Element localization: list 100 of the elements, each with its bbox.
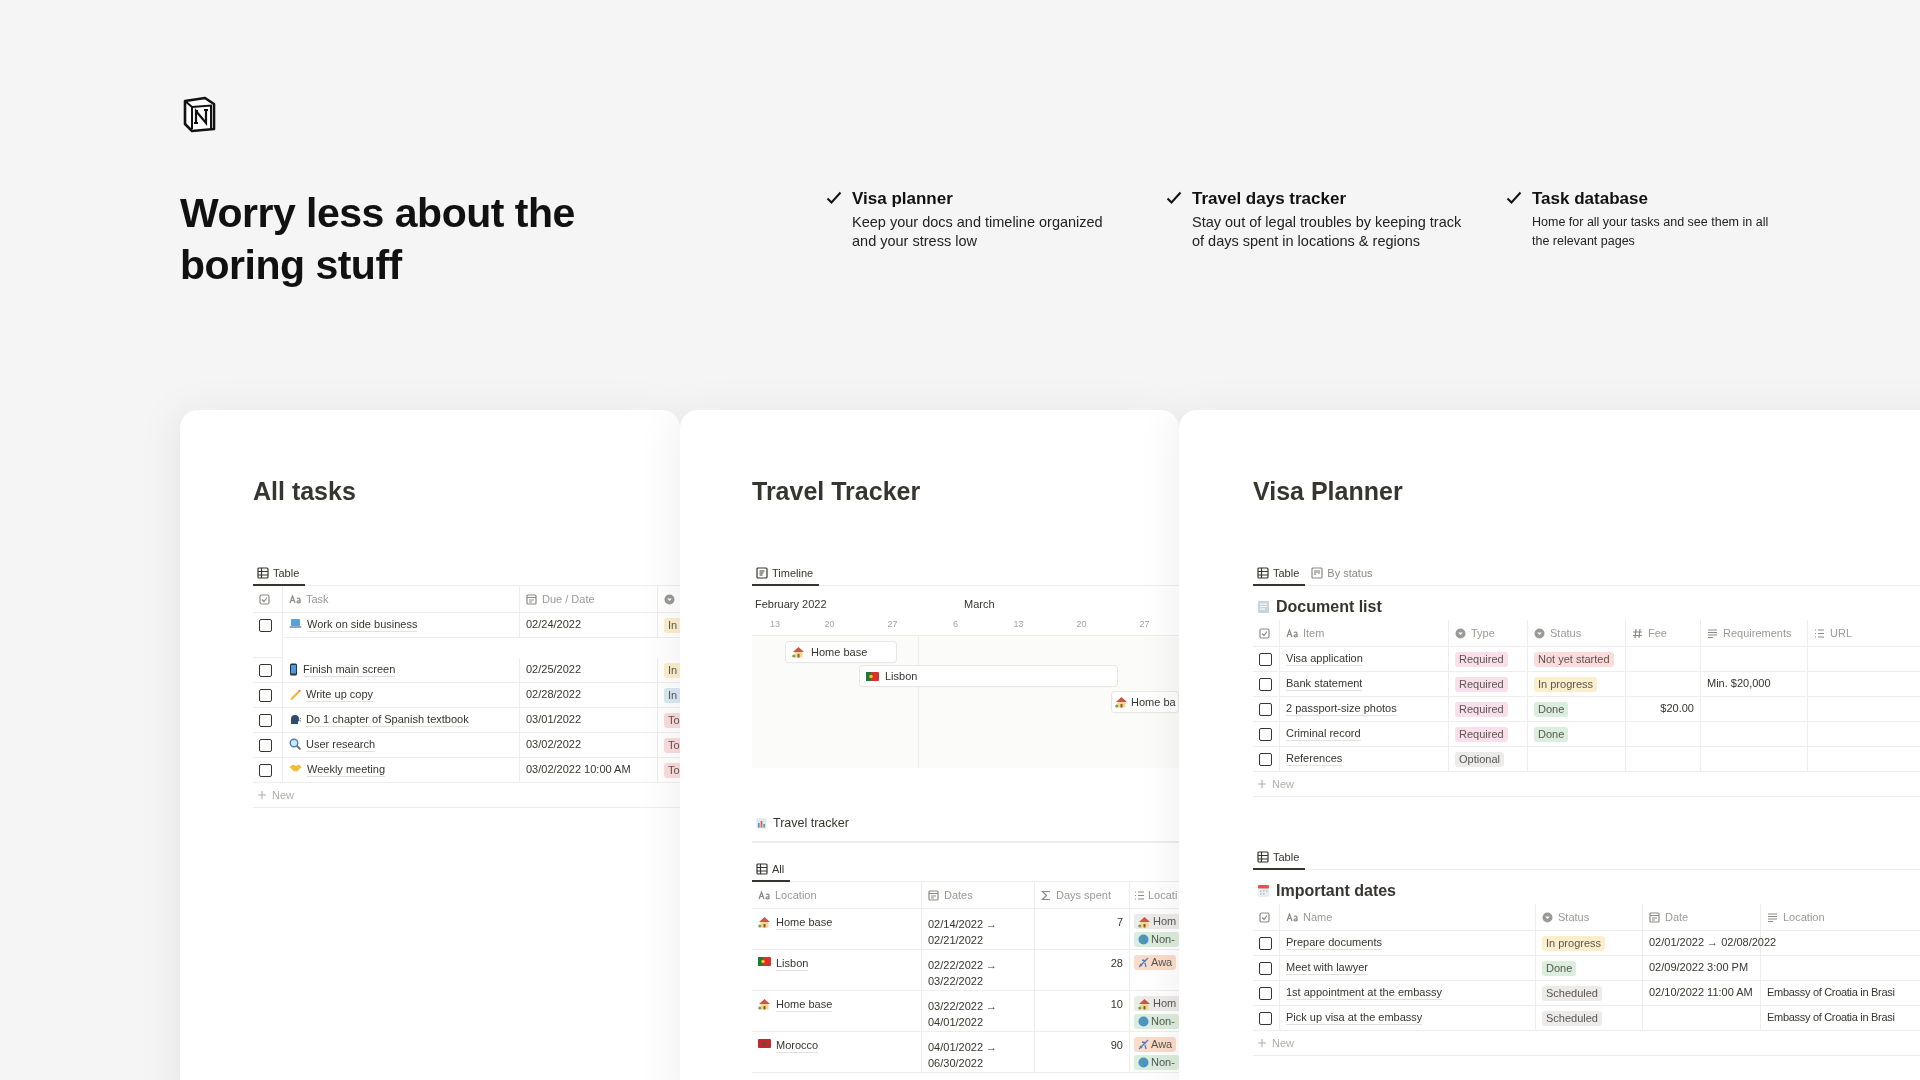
- column-header: Status: [1558, 911, 1590, 923]
- column-header: Type: [1471, 627, 1495, 639]
- item-name[interactable]: References: [1286, 752, 1343, 766]
- flag-icon: [758, 1039, 771, 1048]
- date-range: 03/22/2022 → 04/01/2022: [928, 999, 999, 1030]
- task-title[interactable]: Write up copy: [306, 688, 374, 702]
- location-tag: Non-: [1134, 932, 1179, 947]
- checkbox[interactable]: [1259, 753, 1272, 766]
- column-header: Location: [1783, 911, 1825, 923]
- view-tab[interactable]: Timeline: [752, 561, 820, 586]
- event-date: 02/09/2022 3:00 PM: [1649, 961, 1749, 973]
- view-tab[interactable]: Table: [253, 561, 306, 586]
- location-name[interactable]: Morocco: [776, 1039, 819, 1053]
- checkbox[interactable]: [1259, 987, 1272, 1000]
- house-icon: [792, 646, 805, 658]
- card-title: Travel Tracker: [752, 476, 922, 507]
- view-tab[interactable]: Table: [1253, 561, 1306, 586]
- status-tag: Done: [1534, 702, 1569, 717]
- timeline-bar[interactable]: Home ba: [1112, 692, 1178, 712]
- checkbox[interactable]: [1259, 703, 1272, 716]
- type-tag: Required: [1455, 702, 1508, 717]
- checkbox-property-icon: [1259, 627, 1270, 639]
- event-name[interactable]: Pick up visa at the embassy: [1286, 1011, 1423, 1025]
- checkbox[interactable]: [259, 739, 272, 752]
- globe-icon: [1138, 934, 1149, 945]
- task-title[interactable]: Do 1 chapter of Spanish textbook: [306, 713, 469, 727]
- house-icon: [758, 998, 771, 1010]
- bar-chart-icon: [756, 817, 767, 829]
- column-header: Requirements: [1723, 627, 1792, 639]
- location-tag: Awa: [1134, 1037, 1177, 1052]
- due-date: 02/25/2022: [526, 663, 582, 675]
- calendar-icon: [928, 889, 939, 901]
- location-name[interactable]: Home base: [776, 916, 833, 930]
- feature-title: Visa planner: [852, 188, 954, 210]
- task-title[interactable]: Finish main screen: [303, 663, 396, 677]
- location-tag: Hom: [1134, 914, 1179, 929]
- status-tag: In progress: [1534, 677, 1598, 692]
- checkbox[interactable]: [1259, 653, 1272, 666]
- event-name[interactable]: Prepare documents: [1286, 936, 1382, 950]
- timeline-bar[interactable]: Home base: [786, 642, 896, 662]
- status-tag: Scheduled: [1542, 1011, 1602, 1026]
- checkbox[interactable]: [259, 619, 272, 632]
- status-tag: Not yet started: [1534, 652, 1614, 667]
- plane-icon: [1138, 1039, 1149, 1050]
- checkbox[interactable]: [259, 714, 272, 727]
- text-lines-icon: [1767, 911, 1778, 923]
- checkbox[interactable]: [259, 764, 272, 777]
- event-name[interactable]: Meet with lawyer: [1286, 961, 1368, 975]
- checkbox[interactable]: [259, 689, 272, 702]
- text-property-icon: [1286, 912, 1298, 922]
- status-tag: Done: [1534, 727, 1569, 742]
- item-name[interactable]: Visa application: [1286, 652, 1363, 666]
- checkbox[interactable]: [1259, 728, 1272, 741]
- feature-title: Travel days tracker: [1192, 188, 1348, 210]
- date-range: 04/01/2022 → 06/30/2022: [928, 1040, 999, 1071]
- status-tag: In progress: [1542, 936, 1606, 951]
- house-icon: [1138, 915, 1151, 928]
- select-property-icon: [1534, 627, 1545, 639]
- house-icon: [758, 916, 771, 928]
- plus-icon: [1257, 1038, 1267, 1048]
- status-tag: To: [664, 763, 680, 778]
- column-header: Due / Date: [542, 593, 595, 605]
- timeline-bar[interactable]: Lisbon: [860, 666, 1117, 686]
- column-header: Fee: [1648, 627, 1667, 639]
- document-icon: [1257, 600, 1270, 614]
- item-name[interactable]: Bank statement: [1286, 677, 1363, 691]
- section-title: Travel tracker: [773, 816, 849, 830]
- view-tab[interactable]: Table: [1253, 845, 1306, 870]
- view-tab[interactable]: All: [752, 857, 791, 882]
- column-header: Name: [1303, 911, 1333, 923]
- checkbox[interactable]: [1259, 1012, 1272, 1025]
- month-label: March: [964, 598, 995, 610]
- checkbox-property-icon: [1259, 911, 1270, 923]
- task-title[interactable]: Work on side business: [307, 618, 418, 632]
- event-name[interactable]: 1st appointment at the embassy: [1286, 986, 1442, 1000]
- item-name[interactable]: Criminal record: [1286, 727, 1361, 741]
- checkbox[interactable]: [1259, 937, 1272, 950]
- check-icon: [826, 191, 842, 205]
- requirement-text: Min. $20,000: [1707, 677, 1771, 689]
- phone-icon: [289, 663, 298, 676]
- item-name[interactable]: 2 passport-size photos: [1286, 702, 1397, 716]
- status-tag: In: [664, 688, 680, 703]
- card-title: Visa Planner: [1253, 476, 1404, 507]
- task-title[interactable]: User research: [306, 738, 376, 752]
- checkbox[interactable]: [1259, 962, 1272, 975]
- view-tab[interactable]: By status: [1307, 561, 1379, 586]
- checkbox[interactable]: [259, 664, 272, 677]
- bar-label: Home ba: [1131, 696, 1176, 708]
- checkbox[interactable]: [1259, 678, 1272, 691]
- location-name[interactable]: Home base: [776, 998, 833, 1012]
- task-title[interactable]: Weekly meeting: [307, 763, 386, 777]
- day-label: 20: [823, 619, 836, 629]
- event-location: Embassy of Croatia in Brasi: [1767, 986, 1895, 998]
- calendar-icon: [1257, 884, 1270, 898]
- due-date: 03/01/2022: [526, 713, 582, 725]
- event-date: 02/10/2022 11:00 AM: [1649, 986, 1753, 998]
- table-icon: [257, 566, 269, 579]
- location-name[interactable]: Lisbon: [776, 957, 809, 971]
- board-icon: [1311, 566, 1324, 579]
- plus-icon: [1257, 779, 1267, 789]
